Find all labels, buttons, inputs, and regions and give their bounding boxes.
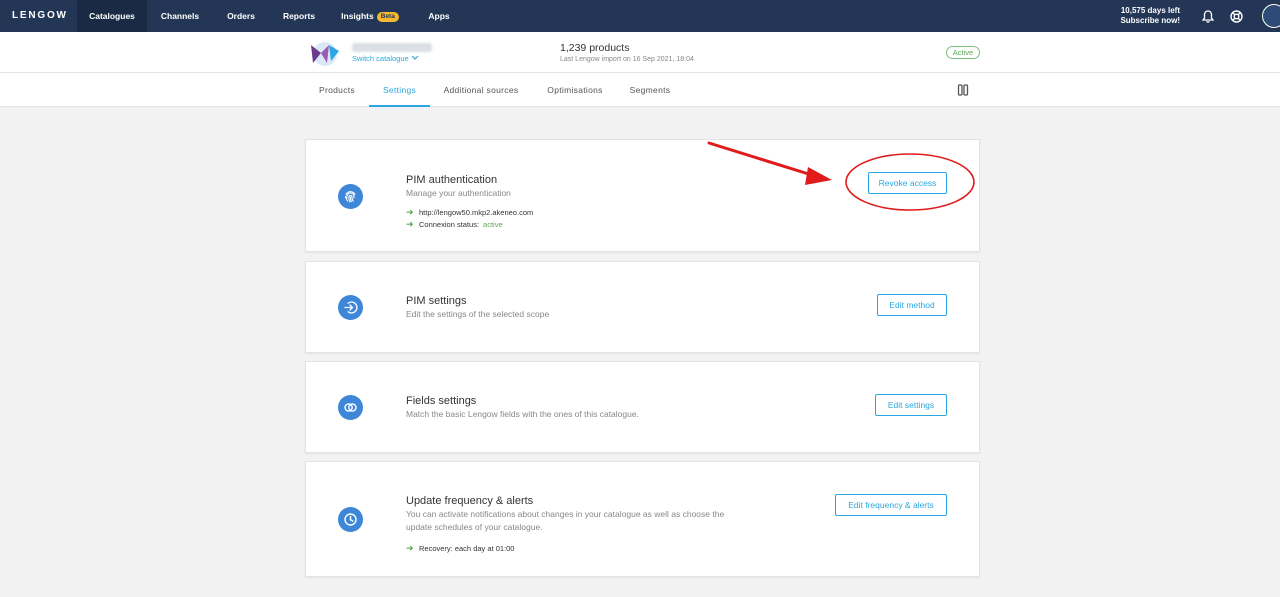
columns-icon[interactable] (957, 83, 969, 97)
switch-catalogue-link[interactable]: Switch catalogue (352, 54, 419, 63)
subscription-info[interactable]: 10,575 days left Subscribe now! (1100, 6, 1180, 26)
login-arrow-icon (338, 295, 363, 320)
last-import-date: Last Lengow import on 16 Sep 2021, 18:04 (560, 56, 694, 63)
tab-segments[interactable]: Segments (622, 73, 678, 107)
card-title: PIM authentication (406, 174, 498, 186)
switch-catalogue-label: Switch catalogue (352, 54, 409, 63)
catalogue-header: Switch catalogue 1,239 products Last Len… (0, 32, 1280, 73)
fields-settings-card: Fields settings Match the basic Lengow f… (305, 361, 980, 453)
card-title: Fields settings (406, 395, 477, 407)
card-description-line-1: You can activate notifications about cha… (406, 509, 725, 519)
catalogue-tabs: Products Settings Additional sources Opt… (0, 73, 1280, 107)
tab-optimisations[interactable]: Optimisations (538, 73, 612, 107)
subscribe-link: Subscribe now! (1120, 16, 1180, 25)
arrow-right-icon: ➜ (406, 543, 414, 553)
nav-item-insights[interactable]: Insights Beta (338, 0, 402, 32)
pim-authentication-card: PIM authentication Manage your authentic… (305, 139, 980, 252)
user-avatar-icon[interactable] (1262, 4, 1280, 28)
tab-settings[interactable]: Settings (369, 73, 430, 107)
clock-icon (338, 507, 363, 532)
product-count: 1,239 products (560, 42, 630, 54)
days-left: 10,575 days left (1120, 6, 1180, 15)
catalogue-name-redacted (352, 43, 432, 52)
beta-badge: Beta (376, 12, 399, 22)
edit-method-button[interactable]: Edit method (877, 294, 947, 316)
nav-item-channels[interactable]: Channels (150, 0, 210, 32)
arrow-right-icon: ➜ (406, 219, 414, 229)
catalogue-logo-icon (307, 41, 345, 67)
edit-settings-button[interactable]: Edit settings (875, 394, 947, 416)
fingerprint-icon (338, 184, 363, 209)
connection-status-value: active (483, 220, 503, 229)
update-frequency-card: Update frequency & alerts You can activa… (305, 461, 980, 577)
pim-url: http://lengow50.mkp2.akeneo.com (419, 208, 534, 217)
nav-item-insights-label: Insights (341, 11, 374, 21)
revoke-access-button[interactable]: Revoke access (868, 172, 947, 194)
recovery-row: ➜ Recovery: each day at 01:00 (406, 543, 514, 554)
tab-products[interactable]: Products (308, 73, 366, 107)
nav-item-apps[interactable]: Apps (422, 0, 456, 32)
link-rings-icon (338, 395, 363, 420)
recovery-schedule: Recovery: each day at 01:00 (419, 544, 515, 553)
nav-item-orders[interactable]: Orders (218, 0, 264, 32)
arrow-right-icon: ➜ (406, 207, 414, 217)
brand-logo[interactable]: LENGOW (12, 10, 68, 21)
top-navbar: LENGOW Catalogues Channels Orders Report… (0, 0, 1280, 32)
status-badge: Active (946, 46, 980, 59)
nav-item-reports[interactable]: Reports (276, 0, 322, 32)
edit-frequency-alerts-button[interactable]: Edit frequency & alerts (835, 494, 947, 516)
card-title: PIM settings (406, 295, 467, 307)
connection-status-row: ➜ Connexion status: active (406, 219, 503, 230)
card-description: Manage your authentication (406, 188, 511, 198)
pim-url-row: ➜ http://lengow50.mkp2.akeneo.com (406, 207, 533, 218)
pim-settings-card: PIM settings Edit the settings of the se… (305, 261, 980, 353)
chevron-down-icon (411, 54, 419, 63)
lifebuoy-icon[interactable] (1228, 8, 1244, 24)
bell-icon[interactable] (1200, 8, 1216, 24)
nav-item-catalogues[interactable]: Catalogues (77, 0, 147, 32)
card-description: Edit the settings of the selected scope (406, 309, 550, 319)
card-description-line-2: update schedules of your catalogue. (406, 522, 543, 532)
card-title: Update frequency & alerts (406, 495, 534, 507)
tab-additional-sources[interactable]: Additional sources (436, 73, 526, 107)
card-description: Match the basic Lengow fields with the o… (406, 409, 639, 419)
connection-status-label: Connexion status: (419, 220, 480, 229)
